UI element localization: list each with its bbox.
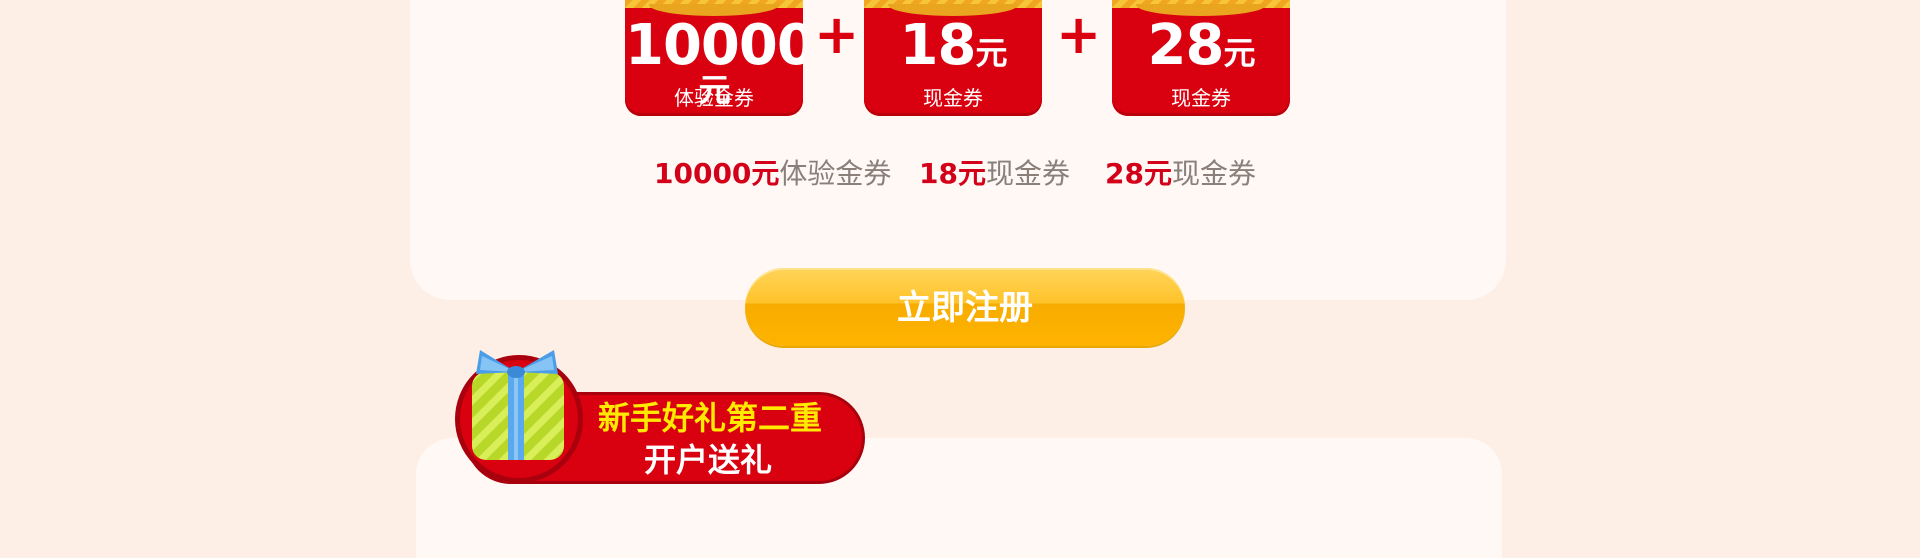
gift-box-icon [472, 350, 564, 460]
coupon-amount: 18元 [899, 13, 1008, 78]
plus-sign: + [814, 3, 860, 66]
summary-item-cash-28: 28元现金券 [1105, 157, 1256, 190]
summary-item-cash-18: 18元现金券 [919, 157, 1070, 190]
gift-section-title: 新手好礼第二重 [598, 399, 823, 437]
register-now-button[interactable]: 立即注册 [745, 268, 1185, 346]
coupon-card-cash-18: 18元 现金券 [864, 0, 1042, 116]
gift-section-subtitle: 开户送礼 [644, 441, 773, 479]
coupon-label: 现金券 [1171, 86, 1231, 110]
coupon-card-cash-28: 28元 现金券 [1112, 0, 1290, 116]
coupon-amount: 28元 [1147, 13, 1256, 78]
plus-sign: + [1056, 3, 1102, 66]
coupon-label: 体验金券 [674, 86, 754, 110]
coupon-card-experience: 10000元 体验金券 [625, 0, 803, 116]
summary-item-experience: 10000元体验金券 [654, 157, 892, 190]
coupon-label: 现金券 [923, 86, 983, 110]
